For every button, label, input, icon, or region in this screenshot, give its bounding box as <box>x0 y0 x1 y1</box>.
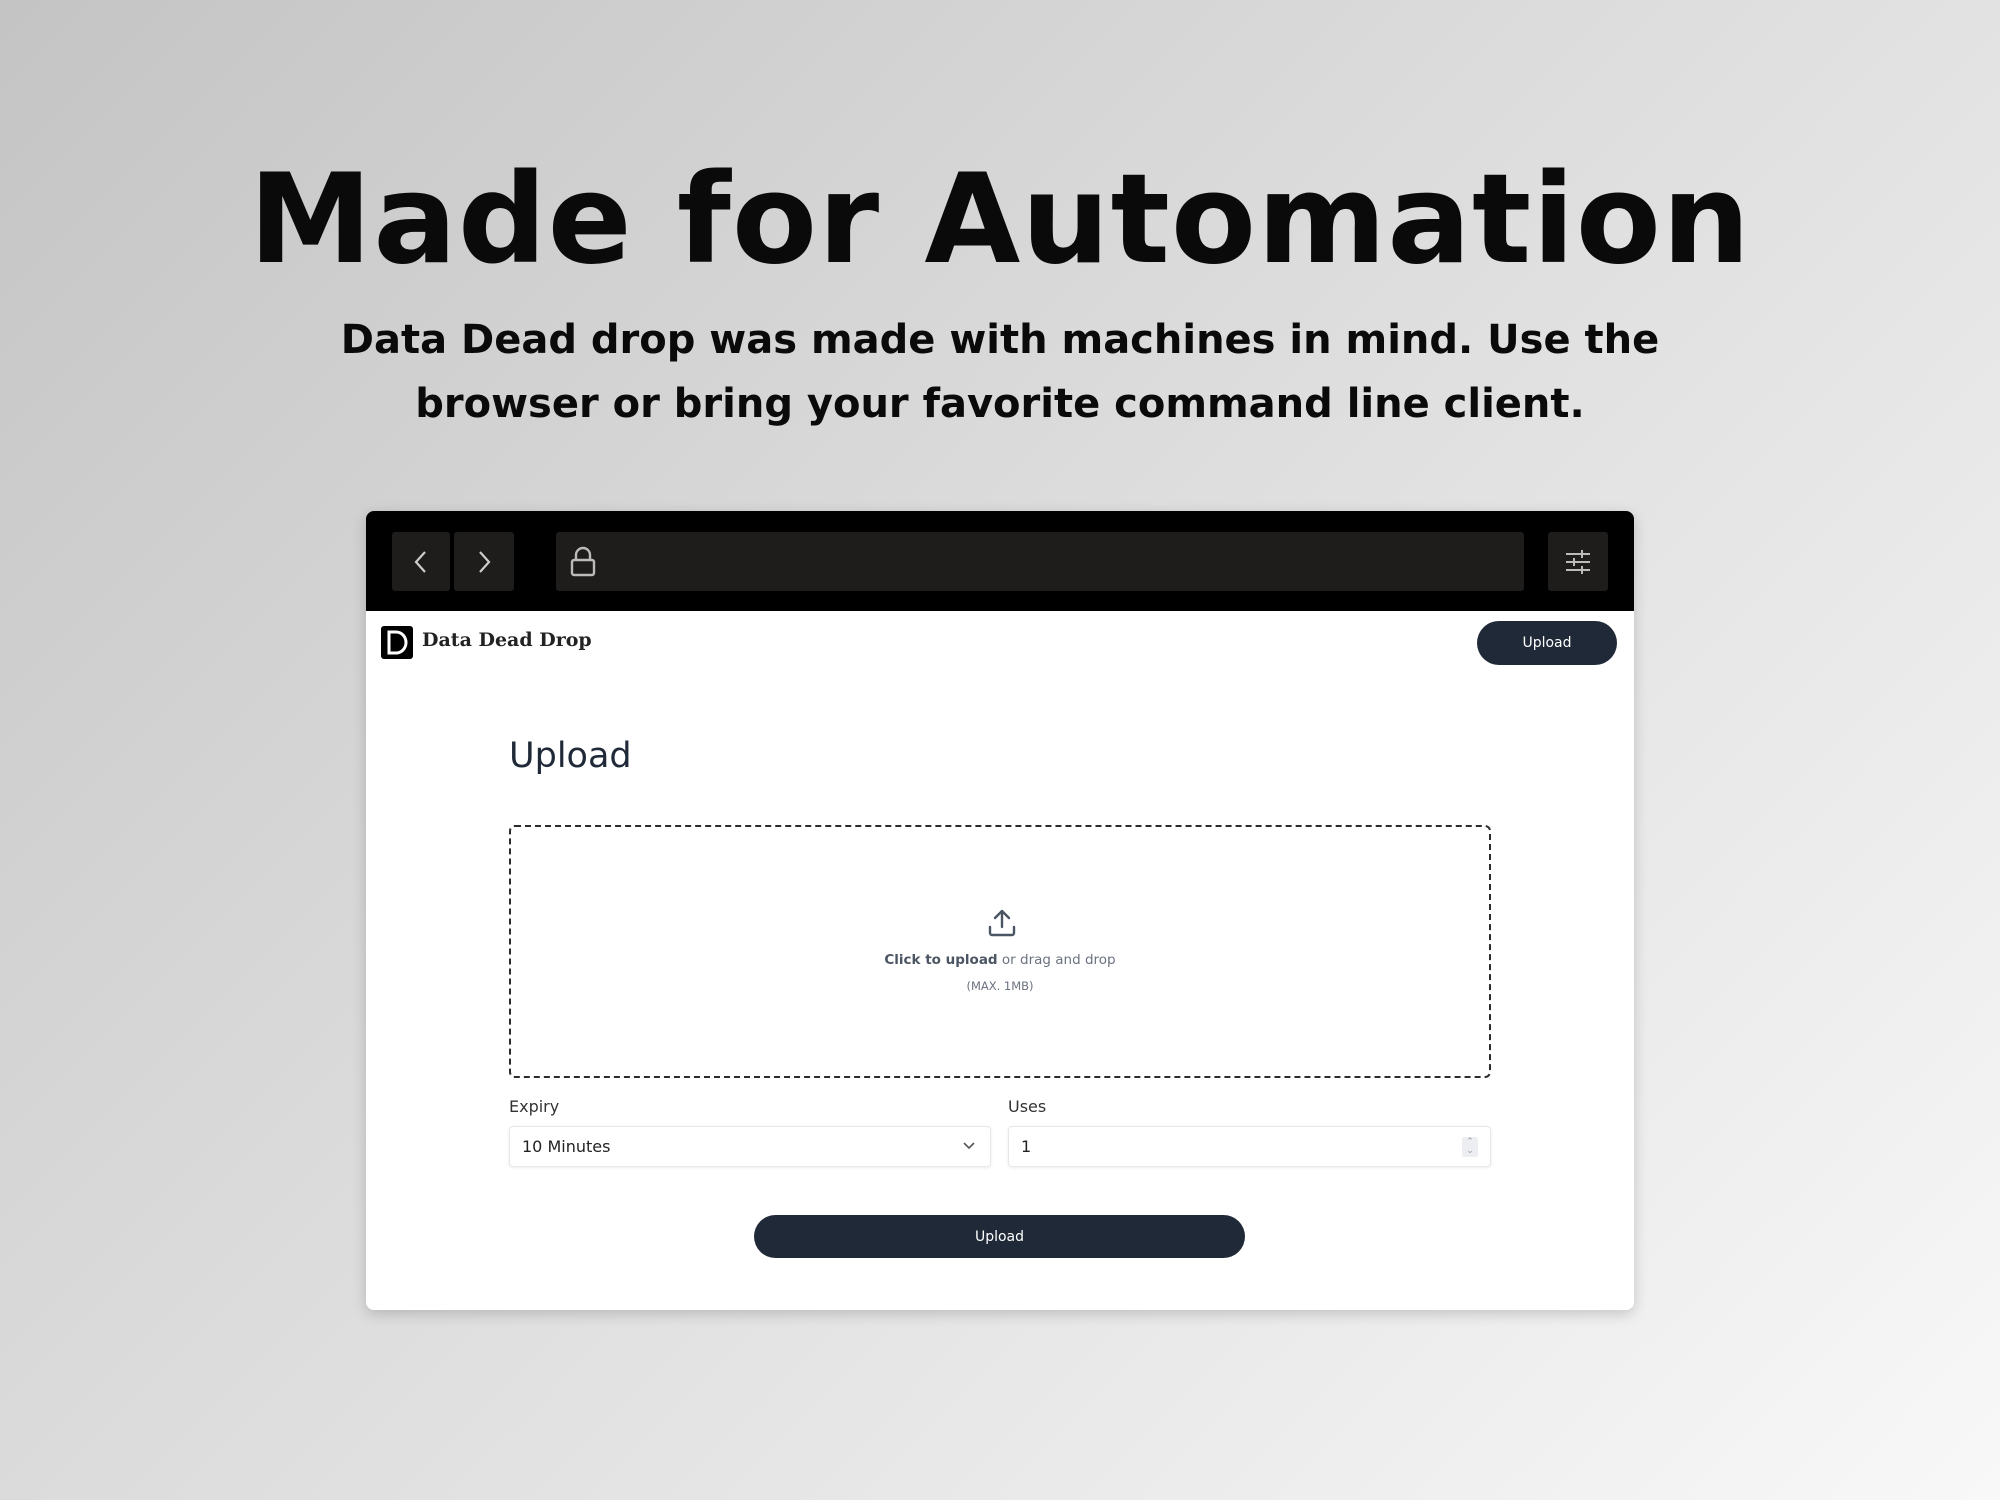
number-stepper[interactable]: ⌃ ⌄ <box>1462 1137 1478 1157</box>
browser-window: Data Dead Drop Upload Upload Click to up… <box>366 511 1634 1310</box>
chevron-right-icon <box>479 550 491 573</box>
hero-subtitle-line: Data Dead drop was made with machines in… <box>340 317 1660 363</box>
uses-input[interactable]: 1 ⌃ ⌄ <box>1008 1126 1491 1167</box>
brand-logo <box>381 626 413 659</box>
browser-toolbar <box>366 511 1634 611</box>
sliders-icon <box>1566 549 1590 574</box>
drag-drop-text: or drag and drop <box>997 952 1116 968</box>
hero-title: Made for Automation <box>248 148 1752 292</box>
file-dropzone[interactable]: Click to upload or drag and drop (MAX. 1… <box>509 825 1491 1078</box>
chevron-down-icon <box>963 1142 975 1150</box>
expiry-select[interactable]: 10 Minutes <box>509 1126 991 1167</box>
settings-button[interactable] <box>1548 532 1608 591</box>
uses-value: 1 <box>1021 1137 1032 1156</box>
uses-label: Uses <box>1008 1097 1047 1116</box>
expiry-value: 10 Minutes <box>522 1137 611 1156</box>
brand-name[interactable]: Data Dead Drop <box>422 629 592 651</box>
upload-icon <box>988 909 1016 937</box>
back-button[interactable] <box>392 532 450 591</box>
forward-button[interactable] <box>454 532 514 591</box>
size-limit-hint: (MAX. 1MB) <box>966 979 1034 993</box>
submit-upload-button[interactable]: Upload <box>754 1215 1245 1258</box>
address-bar[interactable] <box>556 532 1524 591</box>
lock-icon <box>570 546 596 577</box>
hero-subtitle-line: browser or bring your favorite command l… <box>415 381 1585 427</box>
header-upload-button[interactable]: Upload <box>1477 621 1617 665</box>
click-to-upload-text[interactable]: Click to upload <box>884 952 997 968</box>
expiry-label: Expiry <box>509 1097 560 1116</box>
page-title: Upload <box>509 736 632 776</box>
chevron-left-icon <box>414 550 426 573</box>
hero-subtitle: Data Dead drop was made with machines in… <box>0 308 2000 436</box>
dropzone-instructions: Click to upload or drag and drop <box>511 952 1489 968</box>
